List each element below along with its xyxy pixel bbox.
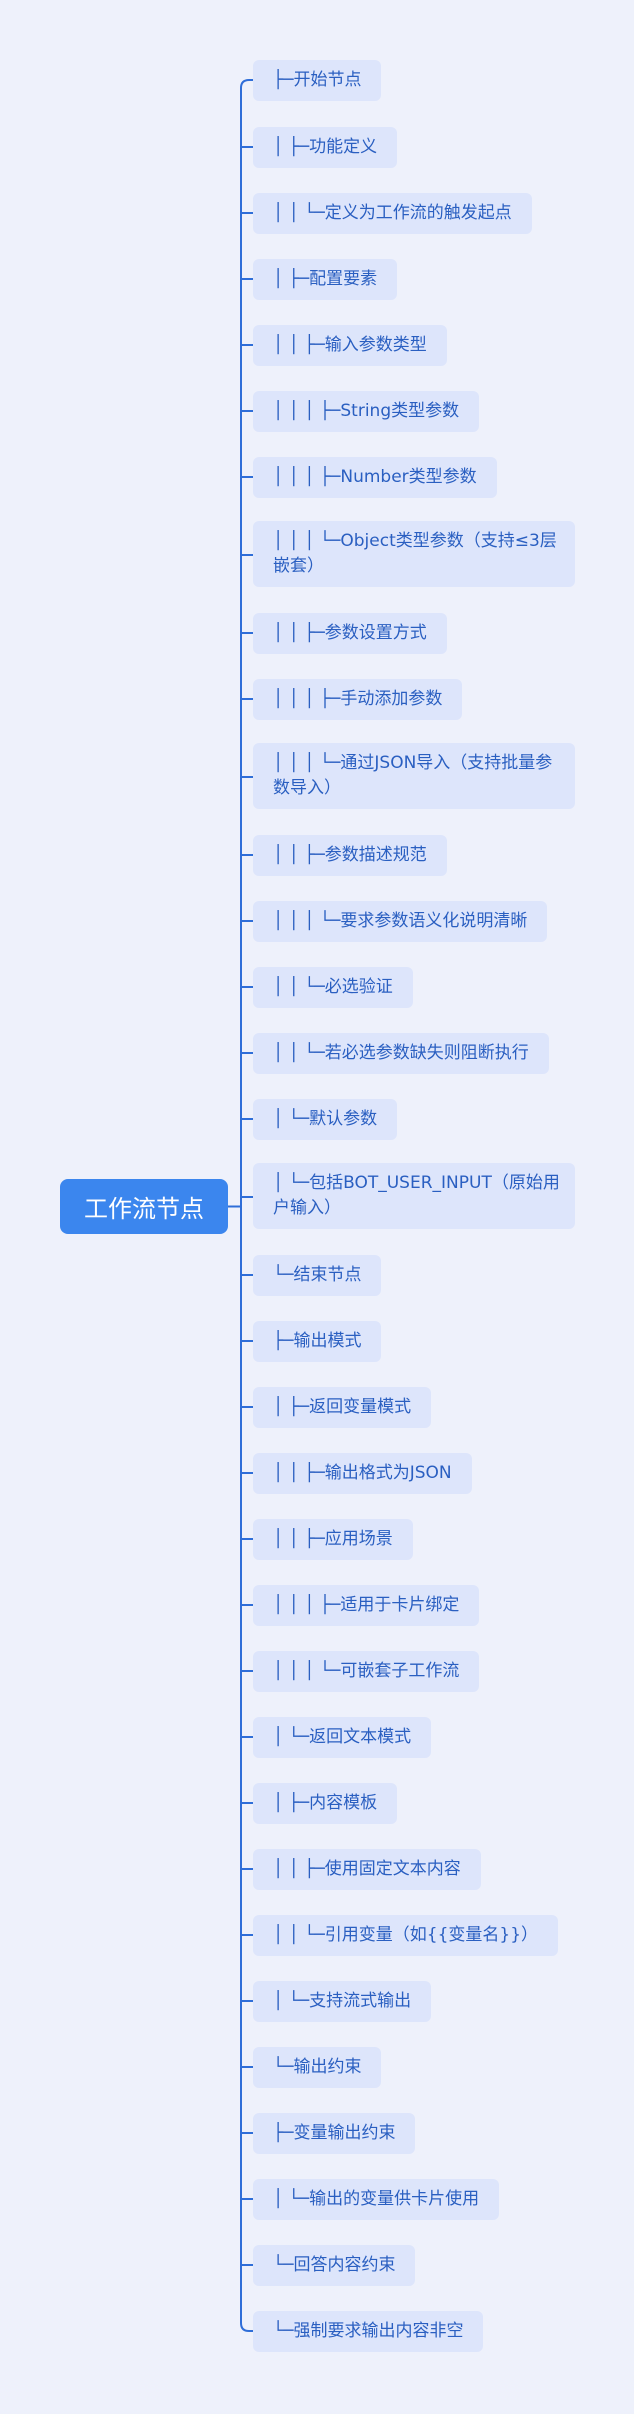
mindmap-node[interactable]: │ └─默认参数: [253, 1098, 398, 1140]
mindmap-node[interactable]: │ └─输出的变量供卡片使用: [253, 2178, 500, 2220]
root-node[interactable]: 工作流节点: [60, 1179, 228, 1234]
mindmap-node[interactable]: │ ├─内容模板: [253, 1782, 398, 1824]
mindmap-node[interactable]: │ └─包括BOT_USER_INPUT（原始用户输入）: [253, 1162, 575, 1229]
mindmap-node[interactable]: │ │ │ ├─手动添加参数: [253, 678, 463, 720]
mindmap-node[interactable]: └─回答内容约束: [253, 2244, 416, 2286]
mindmap-node[interactable]: │ │ ├─输出格式为JSON: [253, 1452, 472, 1494]
mindmap-node[interactable]: │ │ │ ├─Number类型参数: [253, 456, 497, 498]
mindmap-node[interactable]: ├─变量输出约束: [253, 2112, 416, 2154]
mindmap-canvas: 工作流节点 ├─开始节点 │ ├─功能定义 │ │ └─定义为工作流的触发起点 │ ├…: [0, 0, 634, 2414]
mindmap-node[interactable]: │ │ │ └─通过JSON导入（支持批量参数导入）: [253, 742, 575, 809]
mindmap-node[interactable]: │ │ ├─应用场景: [253, 1518, 413, 1560]
mindmap-node[interactable]: │ │ ├─参数描述规范: [253, 834, 447, 876]
mindmap-node[interactable]: │ │ ├─使用固定文本内容: [253, 1848, 481, 1890]
mindmap-node[interactable]: │ ├─配置要素: [253, 258, 398, 300]
mindmap-node[interactable]: │ ├─返回变量模式: [253, 1386, 432, 1428]
mindmap-node[interactable]: │ ├─功能定义: [253, 126, 398, 168]
mindmap-node[interactable]: │ │ ├─输入参数类型: [253, 324, 447, 366]
mindmap-node[interactable]: ├─开始节点: [253, 59, 382, 101]
mindmap-node[interactable]: │ │ │ ├─适用于卡片绑定: [253, 1584, 480, 1626]
branch-line: [240, 79, 253, 89]
mindmap-node[interactable]: │ │ └─必选验证: [253, 966, 413, 1008]
mindmap-node[interactable]: │ │ │ └─要求参数语义化说明清晰: [253, 900, 548, 942]
branch-line: [240, 2322, 253, 2332]
mindmap-node[interactable]: │ └─支持流式输出: [253, 1980, 432, 2022]
mindmap-node[interactable]: │ │ │ └─可嵌套子工作流: [253, 1650, 480, 1692]
mindmap-node[interactable]: └─结束节点: [253, 1254, 382, 1296]
mindmap-node[interactable]: ├─输出模式: [253, 1320, 382, 1362]
mindmap-node[interactable]: │ └─返回文本模式: [253, 1716, 432, 1758]
mindmap-node[interactable]: │ │ └─定义为工作流的触发起点: [253, 192, 532, 234]
mindmap-node[interactable]: └─强制要求输出内容非空: [253, 2310, 484, 2352]
mindmap-node[interactable]: │ │ └─若必选参数缺失则阻断执行: [253, 1032, 549, 1074]
mindmap-node[interactable]: └─输出约束: [253, 2046, 382, 2088]
mindmap-node[interactable]: │ │ └─引用变量（如{{变量名}}）: [253, 1914, 559, 1956]
mindmap-node[interactable]: │ │ │ ├─String类型参数: [253, 390, 480, 432]
mindmap-node[interactable]: │ │ │ └─Object类型参数（支持≤3层嵌套）: [253, 520, 575, 587]
mindmap-node[interactable]: │ │ ├─参数设置方式: [253, 612, 447, 654]
